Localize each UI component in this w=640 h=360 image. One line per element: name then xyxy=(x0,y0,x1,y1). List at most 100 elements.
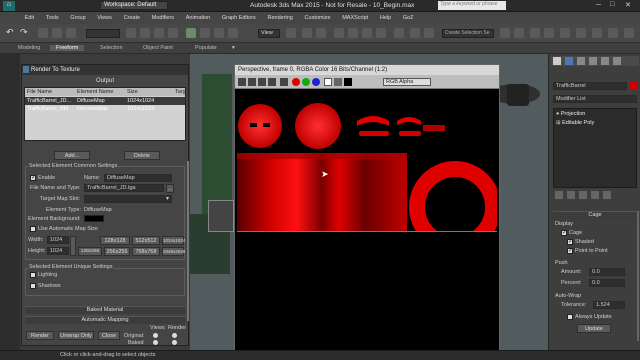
file-browse-button[interactable]: … xyxy=(166,184,174,193)
column-target[interactable]: Targ xyxy=(175,89,186,95)
object-color-swatch[interactable] xyxy=(629,82,637,90)
pin-stack-icon[interactable] xyxy=(555,191,563,199)
size-256x256-button[interactable]: 256x256 xyxy=(104,247,130,256)
menu-modifiers[interactable]: Modifiers xyxy=(147,12,179,21)
menu-edit[interactable]: Edit xyxy=(20,12,39,21)
menu-tools[interactable]: Tools xyxy=(41,12,64,21)
size-512x512-button[interactable]: 512x512 xyxy=(132,236,160,245)
column-file-name[interactable]: File Name xyxy=(27,89,52,95)
automatic-mapping-rollout[interactable]: Automatic Mapping xyxy=(25,316,185,324)
table-row[interactable]: TrafficBarrel_JD... DiffuseMap 1024x1024 xyxy=(25,97,185,105)
enable-checkbox[interactable] xyxy=(30,174,36,181)
tab-populate[interactable]: Populate xyxy=(195,45,217,51)
save-image-icon[interactable] xyxy=(238,78,246,86)
select-by-name-icon[interactable] xyxy=(140,28,150,38)
tolerance-spinner[interactable]: 1.524 xyxy=(593,301,625,309)
select-manipulate-icon[interactable] xyxy=(302,28,312,38)
views-baked-radio[interactable] xyxy=(153,340,158,345)
clear-icon[interactable] xyxy=(280,78,288,86)
stack-item-projection[interactable]: ● Projection xyxy=(556,111,585,117)
file-type-field[interactable]: TrafficBarrel_JD.tga xyxy=(84,184,164,192)
always-update-checkbox[interactable] xyxy=(567,314,573,320)
schematic-view-icon[interactable] xyxy=(544,28,554,38)
render-original-radio[interactable] xyxy=(172,333,177,338)
layer-explorer-icon[interactable] xyxy=(514,28,524,38)
spinner-snap-icon[interactable] xyxy=(376,28,386,38)
point-to-point-checkbox[interactable] xyxy=(567,247,573,254)
reference-coordinate-dropdown[interactable]: View xyxy=(258,29,280,38)
size-2048x2048-button[interactable]: 2048x2048 xyxy=(162,247,185,256)
tab-object-paint[interactable]: Object Paint xyxy=(143,45,173,51)
menu-goz[interactable]: GoZ xyxy=(398,12,419,21)
monochrome-icon[interactable] xyxy=(334,78,342,86)
table-row[interactable]: TrafficBarrel_NM... NormalsMap 1024x1024 xyxy=(25,105,185,113)
minimize-button[interactable]: ─ xyxy=(596,2,601,9)
rectangle-selection-icon[interactable] xyxy=(154,28,164,38)
menu-rendering[interactable]: Rendering xyxy=(262,12,297,21)
menu-customize[interactable]: Customize xyxy=(300,12,336,21)
angle-snap-icon[interactable] xyxy=(348,28,358,38)
clone-frame-icon[interactable] xyxy=(258,78,266,86)
object-name-field[interactable]: TrafficBarrel xyxy=(553,82,627,90)
redo-icon[interactable]: ↷ xyxy=(20,27,30,37)
select-scale-icon[interactable] xyxy=(214,28,224,38)
blue-channel-icon[interactable] xyxy=(312,78,320,86)
mirror-icon[interactable] xyxy=(410,28,420,38)
update-button[interactable]: Update xyxy=(577,324,611,333)
link-icon[interactable] xyxy=(38,28,48,38)
ribbon-options-icon[interactable]: ▾ xyxy=(232,45,235,51)
render-button[interactable]: Render xyxy=(26,331,54,340)
tab-modeling[interactable]: Modeling xyxy=(18,45,40,51)
expand-icon[interactable]: ⊞ xyxy=(556,120,561,126)
select-move-icon[interactable] xyxy=(186,28,196,38)
rendered-frame-window-icon[interactable] xyxy=(592,28,602,38)
copy-image-icon[interactable] xyxy=(248,78,256,86)
stack-item-editable-poly[interactable]: ⊞ Editable Poly xyxy=(556,120,594,126)
red-channel-icon[interactable] xyxy=(292,78,300,86)
modifier-list-dropdown[interactable]: Modifier List xyxy=(553,95,637,103)
menu-maxscript[interactable]: MAXScript xyxy=(337,12,373,21)
align-icon[interactable] xyxy=(424,28,434,38)
column-element-name[interactable]: Element Name xyxy=(77,89,113,95)
baked-material-rollout[interactable]: Baked Material xyxy=(25,306,185,314)
name-field[interactable]: DiffuseMap xyxy=(104,174,172,182)
menu-group[interactable]: Group xyxy=(65,12,90,21)
close-button[interactable]: ✕ xyxy=(625,1,631,9)
menu-graph-editors[interactable]: Graph Editors xyxy=(217,12,261,21)
edit-named-selection-icon[interactable] xyxy=(394,28,404,38)
channel-dropdown[interactable]: RGB Alpha xyxy=(383,78,431,86)
workspace-dropdown[interactable]: Workspace: Default xyxy=(100,1,168,10)
small-dialog-stub[interactable] xyxy=(208,200,234,232)
render-iterative-icon[interactable] xyxy=(624,28,634,38)
menu-create[interactable]: Create xyxy=(119,12,146,21)
target-slot-dropdown[interactable] xyxy=(84,195,172,203)
render-baked-radio[interactable] xyxy=(172,340,177,345)
height-field[interactable]: 1024 xyxy=(47,247,69,255)
keyboard-shortcut-icon[interactable] xyxy=(316,28,326,38)
size-1024x1024-button[interactable]: 1024x1024 xyxy=(162,236,185,245)
maximize-button[interactable]: □ xyxy=(610,1,614,8)
search-input[interactable]: Type a keyword or phrase xyxy=(438,1,506,10)
background-swatch-icon[interactable] xyxy=(344,78,352,86)
cage-rollout[interactable]: Cage xyxy=(553,211,637,219)
material-editor-icon[interactable] xyxy=(560,28,570,38)
pivot-center-icon[interactable] xyxy=(286,28,296,38)
size-768x768-button[interactable]: 768x768 xyxy=(132,247,160,256)
shaded-checkbox[interactable] xyxy=(567,238,573,245)
bind-space-warp-icon[interactable] xyxy=(66,28,76,38)
tab-selection[interactable]: Selection xyxy=(100,45,123,51)
amount-spinner[interactable]: 0.0 xyxy=(589,268,625,276)
alpha-channel-icon[interactable] xyxy=(324,78,332,86)
render-production-icon[interactable] xyxy=(608,28,618,38)
delete-button[interactable]: Delete xyxy=(124,151,160,160)
select-object-icon[interactable] xyxy=(126,28,136,38)
close-dialog-button[interactable]: Close xyxy=(98,331,120,340)
selection-filter-dropdown[interactable] xyxy=(86,29,120,38)
make-unique-icon[interactable] xyxy=(579,191,587,199)
motion-tab-icon[interactable] xyxy=(589,57,597,65)
menu-animation[interactable]: Animation xyxy=(181,12,215,21)
modify-tab-icon[interactable] xyxy=(565,57,573,65)
curve-editor-icon[interactable] xyxy=(530,28,540,38)
percent-spinner[interactable]: 0.0 xyxy=(589,279,625,287)
dialog-scrollbar[interactable] xyxy=(187,161,189,321)
